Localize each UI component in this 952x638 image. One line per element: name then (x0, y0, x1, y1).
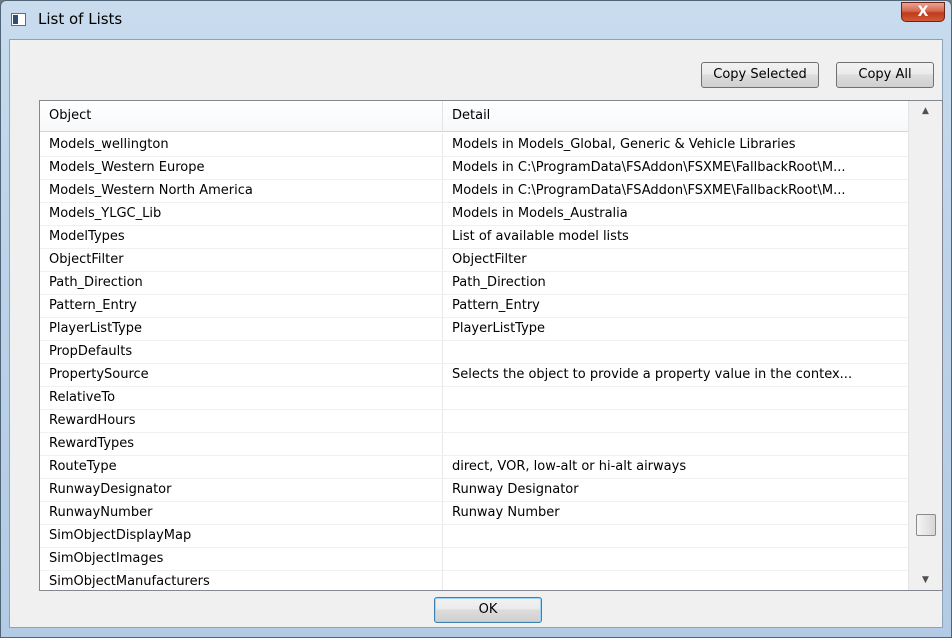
chevron-down-icon[interactable]: ▼ (909, 570, 942, 590)
list-of-lists-window: List of Lists X Copy Selected Copy All O… (0, 0, 952, 638)
cell-object: Path_Direction (40, 272, 443, 294)
cell-detail: Models in C:\ProgramData\FSAddon\FSXME\F… (452, 160, 846, 175)
cell-object: PropDefaults (40, 341, 443, 363)
scrollbar-thumb[interactable] (916, 514, 936, 536)
cell-object: RewardHours (40, 410, 443, 432)
table-row[interactable]: Models_wellington Models in Models_Global… (40, 134, 908, 157)
table-row[interactable]: RouteType direct, VOR, low-alt or hi-alt … (40, 456, 908, 479)
cell-detail (443, 571, 908, 590)
table-row[interactable]: Models_Western North America Models in C:… (40, 180, 908, 203)
cell-detail (443, 525, 908, 547)
cell-detail: PlayerListType (452, 321, 546, 336)
cell-object: ModelTypes (40, 226, 443, 248)
cell-object: Models_Western Europe (40, 157, 443, 179)
cell-object: Pattern_Entry (40, 295, 443, 317)
cell-object: RelativeTo (40, 387, 443, 409)
table-body: Models_wellington Models in Models_Global… (40, 134, 908, 590)
cell-detail: Runway Number (452, 505, 560, 520)
table-row[interactable]: PropDefaults (40, 341, 908, 364)
table-row[interactable]: Models_YLGC_Lib Models in Models_Australi… (40, 203, 908, 226)
cell-detail: ObjectFilter (452, 252, 527, 267)
close-button[interactable]: X (901, 2, 945, 22)
cell-object: PlayerListType (40, 318, 443, 340)
table-row[interactable]: RunwayNumber Runway Number (40, 502, 908, 525)
cell-detail (443, 548, 908, 570)
copy-selected-button[interactable]: Copy Selected (701, 62, 819, 88)
cell-object: Models_Western North America (40, 180, 443, 202)
table-row[interactable]: SimObjectDisplayMap (40, 525, 908, 548)
cell-object: RunwayNumber (40, 502, 443, 524)
table-row[interactable]: RewardTypes (40, 433, 908, 456)
cell-detail (443, 341, 908, 363)
cell-detail: Runway Designator (452, 482, 579, 497)
table-row[interactable]: ModelTypes List of available model lists (40, 226, 908, 249)
cell-detail: Models in Models_Australia (452, 206, 628, 221)
table-row[interactable]: RewardHours (40, 410, 908, 433)
cell-detail: Models in C:\ProgramData\FSAddon\FSXME\F… (452, 183, 846, 198)
cell-detail: List of available model lists (452, 229, 629, 244)
table-row[interactable]: PlayerListType PlayerListType (40, 318, 908, 341)
cell-object: RewardTypes (40, 433, 443, 455)
title-bar[interactable]: List of Lists X (1, 1, 951, 39)
ok-button[interactable]: OK (434, 597, 542, 623)
column-header-object[interactable]: Object (40, 101, 443, 131)
window-title: List of Lists (38, 10, 123, 28)
table-row[interactable]: Models_Western Europe Models in C:\Progra… (40, 157, 908, 180)
cell-object: SimObjectDisplayMap (40, 525, 443, 547)
app-icon (11, 13, 26, 26)
table-row[interactable]: SimObjectManufacturers (40, 571, 908, 590)
cell-object: Models_wellington (40, 134, 443, 156)
cell-detail (443, 433, 908, 455)
cell-detail (443, 387, 908, 409)
cell-detail: direct, VOR, low-alt or hi-alt airways (452, 459, 687, 474)
cell-object: SimObjectImages (40, 548, 443, 570)
cell-object: RouteType (40, 456, 443, 478)
cell-object: ObjectFilter (40, 249, 443, 271)
table-header: Object Detail (40, 101, 908, 132)
table-row[interactable]: PropertySource Selects the object to prov… (40, 364, 908, 387)
vertical-scrollbar[interactable]: ▲ ▼ (908, 101, 942, 590)
cell-object: SimObjectManufacturers (40, 571, 443, 590)
dialog-client-area: Copy Selected Copy All Object Detail Mod… (9, 39, 943, 628)
table-row[interactable]: SimObjectImages (40, 548, 908, 571)
cell-detail: Selects the object to provide a property… (452, 367, 853, 382)
cell-detail: Pattern_Entry (452, 298, 540, 313)
lists-table[interactable]: Object Detail Models_wellington Models in… (39, 100, 943, 591)
table-row[interactable]: RunwayDesignator Runway Designator (40, 479, 908, 502)
cell-detail: Path_Direction (452, 275, 546, 290)
table-row[interactable]: Path_Direction Path_Direction (40, 272, 908, 295)
cell-object: Models_YLGC_Lib (40, 203, 443, 225)
cell-object: PropertySource (40, 364, 443, 386)
chevron-up-icon[interactable]: ▲ (909, 101, 942, 121)
cell-detail (443, 410, 908, 432)
cell-object: RunwayDesignator (40, 479, 443, 501)
column-header-detail[interactable]: Detail (443, 101, 908, 131)
copy-all-button[interactable]: Copy All (836, 62, 934, 88)
table-row[interactable]: RelativeTo (40, 387, 908, 410)
table-row[interactable]: Pattern_Entry Pattern_Entry (40, 295, 908, 318)
table-row[interactable]: ObjectFilter ObjectFilter (40, 249, 908, 272)
cell-detail: Models in Models_Global, Generic & Vehic… (452, 137, 796, 152)
